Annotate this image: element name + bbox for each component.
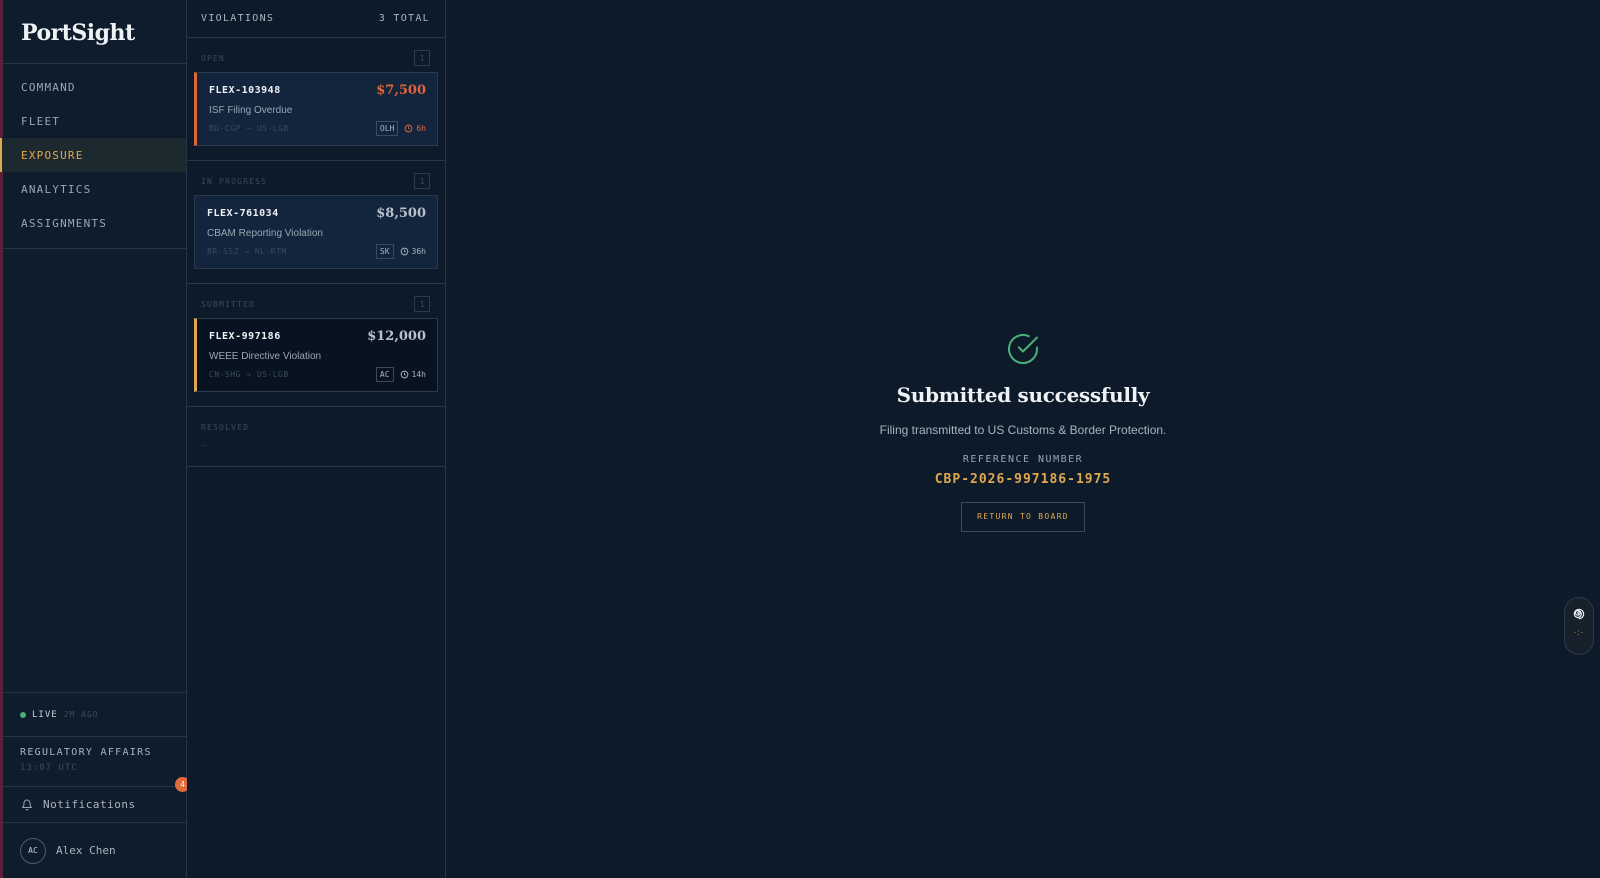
- section-count: 1: [414, 173, 430, 189]
- card-route: CN-SHG → US-LGB: [209, 370, 289, 379]
- nav-item-analytics[interactable]: ANALYTICS: [0, 172, 186, 206]
- card-title: ISF Filing Overdue: [209, 105, 293, 116]
- success-title: Submitted successfully: [896, 383, 1150, 407]
- section-in-progress: IN PROGRESS 1 FLEX-761034 $8,500 CBAM Re…: [187, 161, 445, 284]
- reference-number: CBP-2026-997186-1975: [934, 472, 1112, 487]
- sidebar: PortSight COMMAND FLEET EXPOSURE ANALYTI…: [0, 0, 190, 878]
- section-count: 1: [414, 296, 430, 312]
- notifications-label: Notifications: [43, 798, 136, 811]
- clock-icon: [400, 370, 408, 379]
- live-updated-ago: 2M AGO: [63, 710, 99, 719]
- violations-total: 3 TOTAL: [378, 13, 430, 24]
- section-resolved: RESOLVED —: [187, 407, 445, 467]
- brand-logo[interactable]: PortSight: [3, 0, 186, 64]
- live-status: LIVE 2M AGO: [3, 692, 186, 737]
- brand-name: PortSight: [21, 20, 135, 46]
- section-title: OPEN: [201, 53, 226, 63]
- live-dot-icon: [20, 711, 26, 718]
- spiral-icon: [1573, 608, 1585, 620]
- section-title: IN PROGRESS: [201, 176, 268, 186]
- section-title: RESOLVED: [201, 422, 250, 432]
- check-circle-icon: [1008, 333, 1038, 364]
- violation-card-flex-761034[interactable]: FLEX-761034 $8,500 CBAM Reporting Violat…: [194, 195, 438, 269]
- live-label: LIVE: [32, 709, 58, 720]
- assistant-widget[interactable]: ·:·: [1564, 597, 1594, 655]
- return-to-board-button[interactable]: RETURN TO BOARD: [961, 502, 1085, 532]
- violations-panel: VIOLATIONS 3 TOTAL OPEN 1 FLEX-103948 $7…: [187, 0, 446, 878]
- card-id: FLEX-103948: [209, 85, 281, 96]
- card-amount: $8,500: [376, 206, 426, 221]
- violations-header: VIOLATIONS 3 TOTAL: [187, 0, 445, 38]
- main-nav: COMMAND FLEET EXPOSURE ANALYTICS ASSIGNM…: [0, 64, 186, 249]
- clock-icon: [400, 247, 408, 256]
- card-amount: $7,500: [376, 83, 426, 98]
- clock-icon: [405, 124, 413, 133]
- assignee-tag: AC: [375, 367, 394, 382]
- card-route: BR-SSZ → NL-RTM: [207, 247, 287, 256]
- card-id: FLEX-761034: [207, 208, 279, 219]
- violation-card-flex-997186[interactable]: FLEX-997186 $12,000 WEEE Directive Viola…: [194, 318, 438, 392]
- violation-card-flex-103948[interactable]: FLEX-103948 $7,500 ISF Filing Overdue BD…: [194, 72, 438, 146]
- section-title: SUBMITTED: [201, 299, 256, 309]
- card-route: BD-CGP → US-LGB: [209, 124, 289, 133]
- time-remaining: 14h: [411, 370, 426, 379]
- success-subtitle: Filing transmitted to US Customs & Borde…: [879, 423, 1167, 437]
- team-info: REGULATORY AFFAIRS 13:07 UTC: [3, 737, 186, 787]
- card-title: WEEE Directive Violation: [209, 351, 322, 362]
- time-remaining: 36h: [411, 247, 426, 256]
- notifications-button[interactable]: 4 Notifications: [3, 777, 190, 823]
- section-count: 1: [414, 50, 430, 66]
- card-title: CBAM Reporting Violation: [207, 228, 323, 239]
- section-submitted: SUBMITTED 1 FLEX-997186 $12,000 WEEE Dir…: [187, 284, 445, 407]
- time-remaining: 6h: [416, 124, 426, 133]
- avatar: AC: [20, 837, 46, 864]
- card-amount: $12,000: [367, 329, 426, 344]
- nav-item-command[interactable]: COMMAND: [0, 70, 186, 104]
- nav-item-fleet[interactable]: FLEET: [0, 104, 186, 138]
- more-dots-icon: ·:·: [1573, 628, 1585, 637]
- team-time: 13:07 UTC: [20, 763, 78, 773]
- nav-item-exposure[interactable]: EXPOSURE: [0, 138, 186, 172]
- empty-placeholder: —: [201, 441, 207, 451]
- main-content: Submitted successfully Filing transmitte…: [446, 0, 1600, 878]
- assignee-tag: OLH: [375, 121, 399, 136]
- user-profile[interactable]: AC Alex Chen: [3, 823, 186, 878]
- team-name: REGULATORY AFFAIRS: [20, 747, 152, 758]
- assignee-tag: SK: [375, 244, 394, 259]
- nav-item-assignments[interactable]: ASSIGNMENTS: [0, 206, 186, 240]
- violations-title: VIOLATIONS: [201, 13, 275, 24]
- card-id: FLEX-997186: [209, 331, 281, 342]
- section-open: OPEN 1 FLEX-103948 $7,500 ISF Filing Ove…: [187, 38, 445, 161]
- bell-icon: [22, 799, 32, 810]
- success-panel: Submitted successfully Filing transmitte…: [446, 332, 1600, 532]
- reference-label: REFERENCE NUMBER: [962, 454, 1084, 465]
- user-name: Alex Chen: [56, 844, 116, 857]
